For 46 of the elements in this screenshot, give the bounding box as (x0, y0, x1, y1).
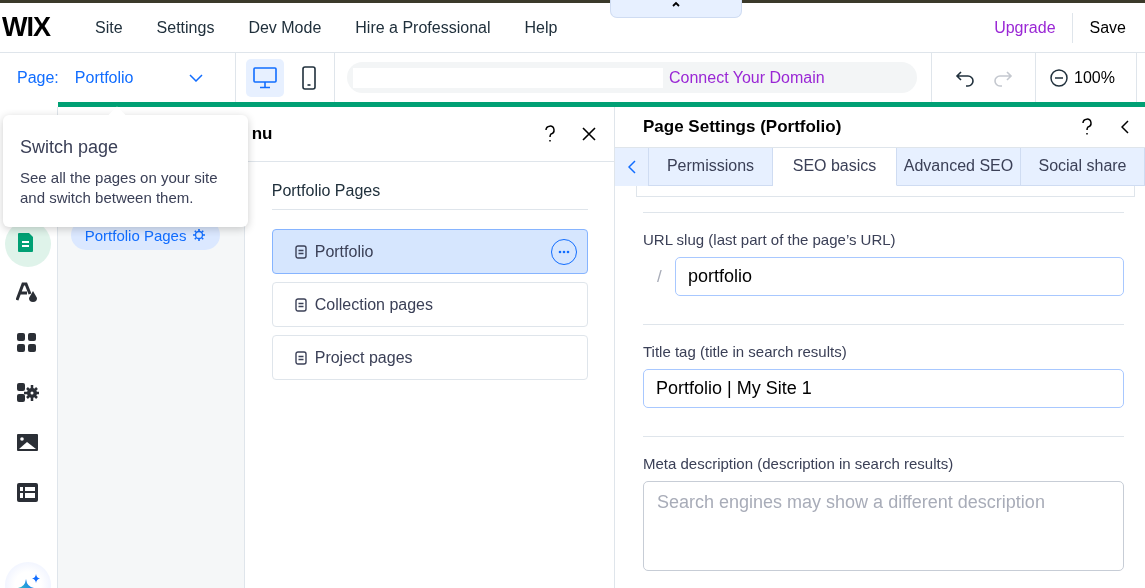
mobile-icon (302, 65, 316, 90)
page-icon (294, 350, 307, 365)
zoom-out-icon[interactable] (1050, 68, 1068, 87)
help-icon[interactable] (1081, 117, 1093, 136)
input-field[interactable]: Portfolio | My Site 1 (643, 369, 1124, 408)
gear-icon[interactable] (192, 228, 207, 242)
upgrade-link[interactable]: Upgrade (994, 12, 1073, 43)
chevron-up-icon (671, 0, 681, 8)
tab[interactable]: Social share (1021, 147, 1145, 186)
ellipsis-icon (558, 249, 570, 254)
desktop-icon (253, 66, 277, 89)
zoom-level[interactable]: 100% (1074, 68, 1115, 87)
slash-prefix: / (656, 266, 663, 287)
field-label: Title tag (title in search results) (643, 343, 848, 360)
field-label: URL slug (last part of the page’s URL) (643, 231, 897, 248)
logo[interactable]: WIX (0, 12, 95, 43)
panel-title: nu (251, 124, 274, 144)
page-item[interactable]: Project pages (271, 335, 588, 380)
text-area[interactable]: Search engines may show a different description (643, 481, 1124, 571)
menu-item[interactable]: Hire a Professional (355, 18, 491, 37)
page-item[interactable]: Portfolio (271, 229, 588, 274)
back-icon[interactable] (1121, 119, 1129, 134)
chevron-left-icon (627, 159, 636, 174)
page-label: Page: (17, 68, 59, 87)
tab[interactable]: Permissions (649, 147, 773, 186)
input-field[interactable]: portfolio (675, 257, 1124, 296)
page-icon (294, 297, 307, 312)
field-label: Meta description (description in search results) (643, 455, 955, 472)
page-name: Portfolio (74, 68, 135, 87)
connect-domain-link[interactable]: Connect Your Domain (669, 68, 825, 87)
device-button[interactable] (246, 58, 284, 97)
menu-item[interactable]: Help (524, 18, 558, 37)
section-title: Portfolio Pages (271, 182, 588, 210)
page-icon (294, 244, 307, 259)
save-button[interactable]: Save (1072, 18, 1145, 37)
help-icon[interactable] (544, 125, 556, 143)
menu-item[interactable]: Dev Mode (248, 18, 322, 37)
page-item[interactable]: Collection pages (271, 282, 588, 327)
menu-item[interactable]: Settings (156, 18, 215, 37)
tooltip-text: See all the pages on your site and switch between them. (20, 168, 219, 208)
chevron-down-icon (189, 73, 203, 82)
tab[interactable]: Advanced SEO (897, 147, 1021, 186)
close-icon[interactable] (582, 127, 596, 141)
menu-item[interactable]: Site (95, 18, 123, 37)
tooltip-title: Switch page (20, 137, 120, 158)
panel-title: Page Settings (Portfolio) (643, 116, 843, 137)
